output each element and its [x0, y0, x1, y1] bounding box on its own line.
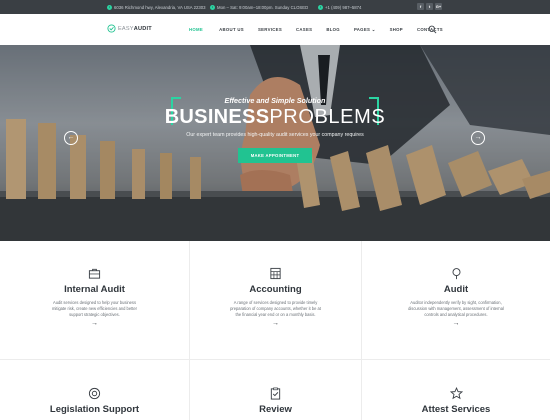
nav-shop[interactable]: SHOP [390, 27, 403, 32]
service-title[interactable]: Audit [362, 284, 550, 295]
hero-description: Our expert team provides high-quality au… [186, 132, 364, 138]
chevron-down-icon: ⌄ [371, 26, 376, 32]
slider-next-button[interactable]: → [471, 131, 485, 145]
arrow-right-icon[interactable]: → [190, 320, 361, 327]
service-title[interactable]: Review [190, 404, 361, 415]
hours-text: Mon – Sat: 9:00am–18:00pm. Sunday CLOSED [217, 4, 309, 10]
logo-text: EASYAUDIT [118, 25, 152, 32]
address-text: 6036 Richmond hwy, Alexandria, VA USA 22… [114, 4, 206, 10]
arrow-right-icon[interactable]: → [362, 320, 550, 327]
service-title[interactable]: Accounting [190, 284, 361, 295]
hero-slider: Effective and Simple Solution BUSINESSPR… [0, 45, 550, 241]
clipboard-check-icon [270, 387, 281, 400]
nav-services[interactable]: SERVICES [258, 27, 282, 32]
service-card-internal-audit: Internal Audit Audit services designed t… [0, 267, 189, 327]
hero-subtitle: Effective and Simple Solution [224, 96, 326, 105]
social-links: f t G+ [417, 3, 442, 10]
service-card-accounting: Accounting A range of services designed … [190, 267, 361, 327]
magnifier-icon [452, 268, 460, 280]
service-title[interactable]: Legislation Support [0, 404, 189, 415]
make-appointment-button[interactable]: MAKE APPOINTMENT [238, 148, 312, 163]
service-card-audit: Audit Auditor independently verify by si… [362, 267, 550, 327]
arrow-left-icon: ← [67, 134, 75, 141]
top-info-bar: • 6036 Richmond hwy, Alexandria, VA USA … [0, 0, 550, 14]
service-card-attest-services: Attest Services [362, 387, 550, 415]
clock-icon: • [210, 4, 215, 10]
nav-pages[interactable]: PAGES ⌄ [354, 27, 376, 33]
grid-divider [0, 359, 550, 360]
service-description: Auditor independently verify by sight, c… [408, 300, 504, 317]
phone-info[interactable]: • +1 (409) 987–5874 [318, 0, 361, 14]
google-plus-icon[interactable]: G+ [435, 3, 442, 10]
logo-icon [107, 24, 116, 33]
service-card-legislation-support: Legislation Support [0, 387, 189, 415]
twitter-icon[interactable]: t [426, 3, 433, 10]
nav-about-us[interactable]: ABOUT US [219, 27, 244, 32]
phone-icon: • [318, 4, 323, 10]
lifebuoy-icon [88, 387, 101, 400]
search-icon[interactable] [428, 25, 437, 34]
hero-background-image [0, 45, 550, 241]
service-card-review: Review [190, 387, 361, 415]
service-description: A range of services designed to provide … [230, 300, 321, 317]
slider-prev-button[interactable]: ← [64, 131, 78, 145]
services-grid: Internal Audit Audit services designed t… [0, 241, 550, 420]
nav-home[interactable]: HOME [189, 27, 203, 32]
service-title[interactable]: Internal Audit [0, 284, 189, 295]
location-icon: • [107, 4, 112, 10]
site-header: EASYAUDIT HOME ABOUT US SERVICES CASES B… [0, 14, 550, 45]
nav-blog[interactable]: BLOG [326, 27, 340, 32]
facebook-icon[interactable]: f [417, 3, 424, 10]
nav-cases[interactable]: CASES [296, 27, 312, 32]
main-navigation: HOME ABOUT US SERVICES CASES BLOG PAGES … [184, 14, 443, 45]
arrow-right-icon[interactable]: → [0, 320, 189, 327]
briefcase-icon [88, 268, 101, 279]
site-logo[interactable]: EASYAUDIT [107, 24, 152, 33]
hours-info: • Mon – Sat: 9:00am–18:00pm. Sunday CLOS… [210, 0, 308, 14]
service-description: Audit services designed to help your bus… [51, 300, 138, 317]
hero-title: BUSINESSPROBLEMS [164, 106, 386, 128]
service-title[interactable]: Attest Services [362, 404, 550, 415]
address-info: • 6036 Richmond hwy, Alexandria, VA USA … [107, 0, 206, 14]
arrow-right-icon: → [474, 134, 482, 141]
star-icon [449, 387, 463, 400]
calculator-icon [270, 267, 281, 280]
page: • 6036 Richmond hwy, Alexandria, VA USA … [0, 0, 550, 420]
phone-text[interactable]: +1 (409) 987–5874 [325, 5, 361, 10]
